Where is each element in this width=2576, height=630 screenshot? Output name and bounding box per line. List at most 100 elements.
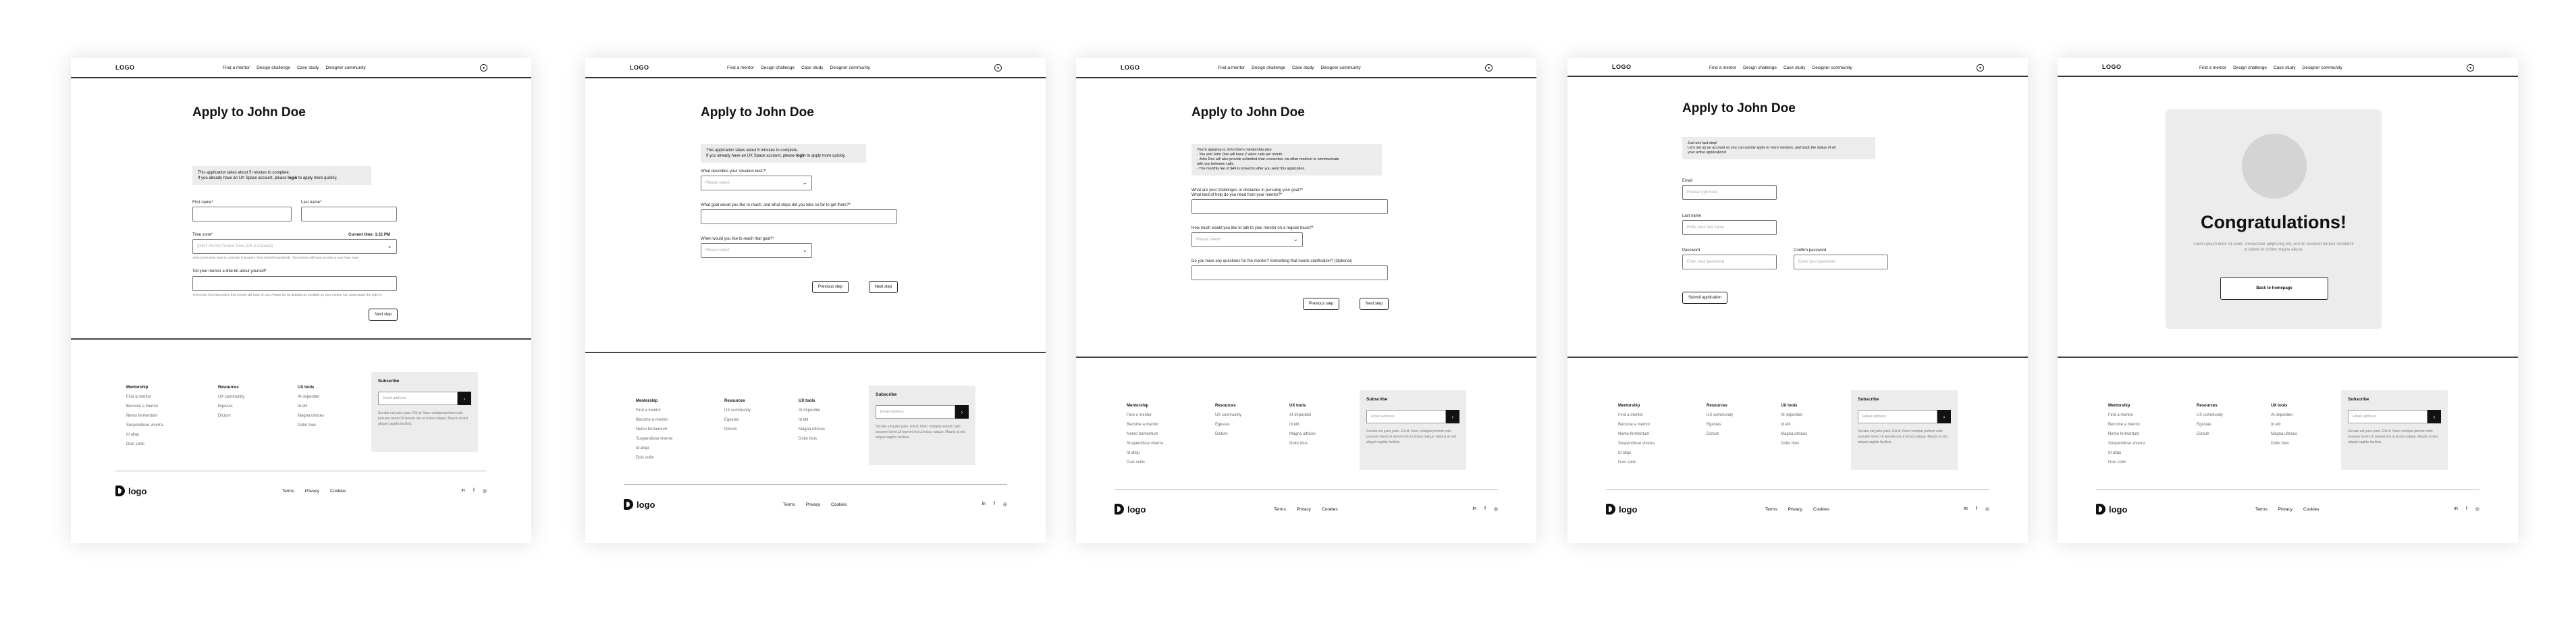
- footer-link[interactable]: Id aliqu: [1618, 448, 1655, 458]
- nav-link-find-mentor[interactable]: Find a mentor: [1218, 65, 1245, 70]
- login-link[interactable]: login: [796, 154, 805, 158]
- linkedin-icon[interactable]: in: [1964, 506, 1967, 512]
- footer-link[interactable]: Duis sollic: [1127, 458, 1163, 467]
- nav-logo[interactable]: LOGO: [1121, 64, 1140, 71]
- footer-link[interactable]: Egestas: [218, 402, 244, 411]
- footer-link[interactable]: Magna ultrices: [298, 411, 324, 421]
- dribbble-icon[interactable]: ◎: [1494, 506, 1498, 512]
- privacy-link[interactable]: Privacy: [1788, 507, 1802, 512]
- cookies-link[interactable]: Cookies: [330, 489, 346, 494]
- nav-link-find-mentor[interactable]: Find a mentor: [727, 65, 754, 70]
- intro-textarea[interactable]: [192, 276, 397, 291]
- footer-link[interactable]: Dolor ibus: [799, 434, 825, 444]
- nav-link-community[interactable]: Designer community: [830, 65, 870, 70]
- footer-link[interactable]: Magna ultrices: [2271, 429, 2297, 439]
- footer-link[interactable]: At imperdiet: [298, 392, 324, 402]
- footer-link[interactable]: UX community: [218, 392, 244, 402]
- footer-logo[interactable]: logo: [115, 485, 146, 496]
- footer-link[interactable]: At imperdiet: [1289, 411, 1316, 420]
- last-name-input[interactable]: Enter your last name: [1682, 220, 1777, 235]
- cookies-link[interactable]: Cookies: [1813, 507, 1829, 512]
- footer-link[interactable]: Find a mentor: [126, 392, 163, 402]
- privacy-link[interactable]: Privacy: [2278, 507, 2292, 512]
- nav-link-find-mentor[interactable]: Find a mentor: [1709, 65, 1736, 70]
- linkedin-icon[interactable]: in: [2454, 506, 2457, 512]
- footer-link[interactable]: Become a mentor: [126, 402, 163, 411]
- footer-link[interactable]: Become a mentor: [1127, 420, 1163, 429]
- user-icon[interactable]: ●: [994, 64, 1002, 72]
- footer-link[interactable]: Dictum: [1707, 429, 1733, 439]
- goal-textarea[interactable]: [701, 209, 897, 224]
- nav-link-find-mentor[interactable]: Find a mentor: [2199, 65, 2226, 70]
- footer-link[interactable]: UX community: [1215, 411, 1241, 420]
- nav-link-design-challenge[interactable]: Design challenge: [1252, 65, 1285, 70]
- facebook-icon[interactable]: f: [473, 488, 475, 494]
- footer-link[interactable]: Become a mentor: [636, 415, 672, 425]
- nav-link-community[interactable]: Designer community: [2303, 65, 2342, 70]
- subscribe-email-input[interactable]: Email address: [378, 392, 458, 405]
- nav-link-community[interactable]: Designer community: [1321, 65, 1361, 70]
- nav-link-design-challenge[interactable]: Design challenge: [257, 65, 290, 70]
- user-icon[interactable]: ●: [1485, 64, 1493, 72]
- next-step-button[interactable]: Next step: [1360, 298, 1389, 310]
- confirm-password-input[interactable]: Enter your password: [1794, 255, 1888, 269]
- nav-link-design-challenge[interactable]: Design challenge: [2233, 65, 2267, 70]
- footer-logo[interactable]: logo: [1606, 504, 1637, 515]
- nav-link-design-challenge[interactable]: Design challenge: [761, 65, 795, 70]
- subscribe-email-input[interactable]: Email address: [876, 405, 955, 419]
- previous-step-button[interactable]: Previous step: [812, 281, 849, 293]
- footer-link[interactable]: Magna ultrices: [1781, 429, 1807, 439]
- situation-select[interactable]: Please select: [701, 176, 812, 190]
- footer-link[interactable]: UX community: [724, 406, 751, 415]
- first-name-input[interactable]: [192, 207, 292, 221]
- privacy-link[interactable]: Privacy: [305, 489, 319, 494]
- footer-link[interactable]: Dolor ibus: [1781, 439, 1807, 448]
- dribbble-icon[interactable]: ◎: [2475, 506, 2479, 512]
- questions-textarea[interactable]: [1191, 265, 1388, 280]
- frequency-select[interactable]: Please select: [1191, 232, 1303, 247]
- footer-link[interactable]: Nemo fermentum: [636, 425, 672, 434]
- footer-link[interactable]: Nemo fermentum: [1618, 429, 1655, 439]
- user-icon[interactable]: ●: [2467, 64, 2474, 72]
- user-icon[interactable]: ●: [1977, 64, 1984, 72]
- nav-logo[interactable]: LOGO: [630, 64, 649, 71]
- footer-link[interactable]: Become a mentor: [2108, 420, 2145, 429]
- cookies-link[interactable]: Cookies: [831, 502, 847, 507]
- privacy-link[interactable]: Privacy: [1297, 507, 1311, 512]
- footer-link[interactable]: Find a mentor: [636, 406, 672, 415]
- footer-link[interactable]: Id aliqu: [126, 430, 163, 440]
- next-step-button[interactable]: Next step: [369, 309, 398, 321]
- password-input[interactable]: Enter your password: [1682, 255, 1777, 269]
- nav-link-design-challenge[interactable]: Design challenge: [1743, 65, 1777, 70]
- nav-logo[interactable]: LOGO: [115, 64, 135, 71]
- footer-link[interactable]: Magna ultrices: [799, 425, 825, 434]
- facebook-icon[interactable]: f: [1976, 506, 1977, 512]
- nav-link-case-study[interactable]: Case study: [297, 65, 319, 70]
- linkedin-icon[interactable]: in: [461, 488, 464, 494]
- footer-link[interactable]: Egestas: [1215, 420, 1241, 429]
- footer-logo[interactable]: logo: [624, 499, 655, 510]
- footer-link[interactable]: Dictum: [724, 425, 751, 434]
- nav-link-case-study[interactable]: Case study: [801, 65, 824, 70]
- facebook-icon[interactable]: f: [1484, 506, 1486, 512]
- facebook-icon[interactable]: f: [994, 502, 995, 507]
- nav-logo[interactable]: LOGO: [1612, 63, 1632, 70]
- footer-link[interactable]: Dolor ibus: [2271, 439, 2297, 448]
- dribbble-icon[interactable]: ◎: [1985, 506, 1989, 512]
- footer-link[interactable]: Id elit: [799, 415, 825, 425]
- nav-link-case-study[interactable]: Case study: [1292, 65, 1314, 70]
- subscribe-arrow-button[interactable]: ›: [1937, 410, 1951, 423]
- footer-link[interactable]: Find a mentor: [2108, 411, 2145, 420]
- challenges-textarea[interactable]: [1191, 199, 1388, 214]
- footer-link[interactable]: Id elit: [1781, 420, 1807, 429]
- back-to-homepage-button[interactable]: Back to homepage: [2220, 277, 2328, 300]
- footer-link[interactable]: UX community: [2197, 411, 2223, 420]
- footer-link[interactable]: Suspendisse viverra: [2108, 439, 2145, 448]
- footer-link[interactable]: Nemo fermentum: [1127, 429, 1163, 439]
- terms-link[interactable]: Terms: [1274, 507, 1286, 512]
- linkedin-icon[interactable]: in: [982, 502, 985, 507]
- footer-link[interactable]: Egestas: [1707, 420, 1733, 429]
- subscribe-arrow-button[interactable]: ›: [2427, 410, 2441, 423]
- timeline-select[interactable]: Please select: [701, 243, 812, 258]
- footer-link[interactable]: Nemo fermentum: [126, 411, 163, 421]
